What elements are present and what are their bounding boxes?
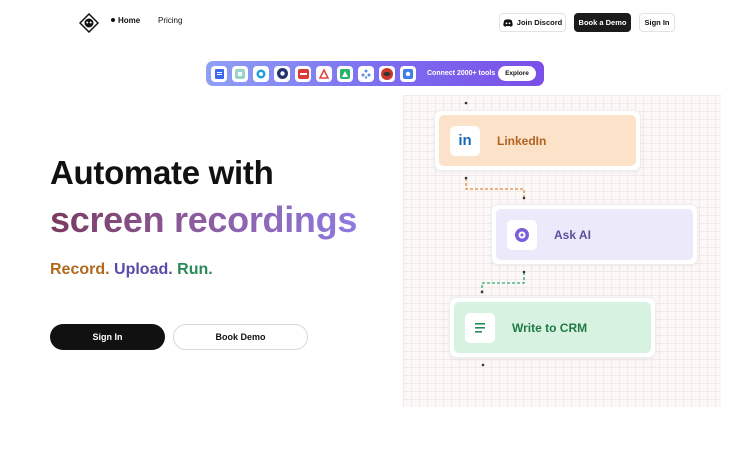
step-ask-ai-label: Ask AI xyxy=(554,227,591,242)
integrations-text: Connect 2000+ tools xyxy=(427,70,496,77)
hero-title: Automate with xyxy=(50,154,274,191)
google-docs-icon xyxy=(211,65,227,82)
linkedin-icon-text: in xyxy=(458,132,472,149)
tag-run: Run. xyxy=(177,261,213,278)
step-linkedin-label: LinkedIn xyxy=(497,133,547,148)
tool-10-icon xyxy=(400,65,416,82)
book-demo-button[interactable]: Book Demo xyxy=(173,324,308,350)
tool-7-icon xyxy=(337,65,353,82)
logo-icon[interactable] xyxy=(79,13,99,33)
join-discord-label: Join Discord xyxy=(516,18,563,27)
hero-subtitle: screen recordings xyxy=(50,199,358,240)
book-a-demo-button[interactable]: Book a Demo xyxy=(574,13,631,32)
step-write-crm-body: Write to CRM xyxy=(454,302,651,353)
step-write-crm-label: Write to CRM xyxy=(512,320,588,335)
nav-pricing[interactable]: Pricing xyxy=(158,16,182,25)
tool-6-icon xyxy=(316,65,332,82)
top-nav: Home Pricing Join Discord Book a Demo Si… xyxy=(0,0,750,46)
tool-2-icon xyxy=(232,65,248,82)
join-discord-button[interactable]: Join Discord xyxy=(499,13,566,32)
workflow-step-write-crm[interactable]: Write to CRM xyxy=(449,297,656,358)
tool-9-icon xyxy=(379,65,395,82)
tool-5-icon xyxy=(295,65,311,82)
sign-in-nav-button[interactable]: Sign In xyxy=(639,13,675,32)
ai-icon xyxy=(507,219,537,250)
explore-button[interactable]: Explore xyxy=(498,66,536,81)
document-icon xyxy=(465,312,495,343)
nav-home[interactable]: Home xyxy=(111,16,140,25)
active-dot-icon xyxy=(111,18,115,22)
linkedin-icon: in xyxy=(450,125,480,156)
sign-in-button[interactable]: Sign In xyxy=(50,324,165,350)
integrations-bar: Connect 2000+ tools Explore xyxy=(206,61,544,86)
workflow-step-ask-ai[interactable]: Ask AI xyxy=(491,204,698,265)
step-linkedin-body: in LinkedIn xyxy=(439,115,636,166)
nav-home-label: Home xyxy=(118,16,141,25)
tool-4-icon xyxy=(274,65,290,82)
tool-8-icon xyxy=(358,65,374,82)
tag-upload: Upload. xyxy=(114,261,173,278)
workflow-step-linkedin[interactable]: in LinkedIn xyxy=(434,110,641,171)
discord-icon xyxy=(503,18,513,27)
tool-3-icon xyxy=(253,65,269,82)
hero-tagline: Record. Upload. Run. xyxy=(50,261,213,279)
tag-record: Record. xyxy=(50,261,110,278)
step-ask-ai-body: Ask AI xyxy=(496,209,693,260)
